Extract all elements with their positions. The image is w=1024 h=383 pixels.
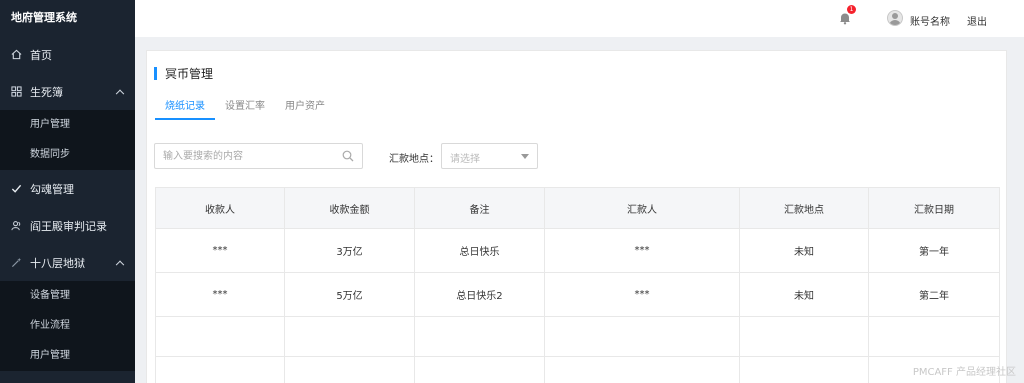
sidebar-subitem-device-management[interactable]: 设备管理 bbox=[0, 281, 135, 311]
tab-burn-records[interactable]: 烧纸记录 bbox=[155, 100, 215, 120]
sidebar-item-label: 首页 bbox=[30, 48, 52, 62]
records-table: 收款人 收款金额 备注 汇款人 汇款地点 汇款日期 *** 3万亿 总日快乐 *… bbox=[155, 187, 1000, 383]
submenu-eighteen-hells: 设备管理 作业流程 用户管理 bbox=[0, 281, 135, 371]
column-header: 汇款人 bbox=[544, 187, 740, 229]
sidebar: 地府管理系统 首页 生死簿 用户管理 数据同步 勾魂管理 阎王殿审判记录 十八层… bbox=[0, 0, 135, 383]
main-card: 冥币管理 烧纸记录 设置汇率 用户资产 汇款地点： 请选择 收款人 收款金额 备… bbox=[146, 50, 1007, 383]
location-select[interactable]: 请选择 bbox=[441, 143, 538, 169]
filter-label: 汇款地点： bbox=[389, 154, 439, 165]
sidebar-item-label: 生死簿 bbox=[30, 85, 63, 99]
tabs: 烧纸记录 设置汇率 用户资产 bbox=[155, 100, 335, 120]
grid-icon bbox=[10, 86, 22, 98]
sidebar-item-label: 阎王殿审判记录 bbox=[30, 219, 107, 233]
table-row-empty bbox=[155, 316, 1000, 357]
table-cell: 3万亿 bbox=[284, 228, 415, 273]
table-cell: 第一年 bbox=[868, 228, 1000, 273]
submenu-life-death-book: 用户管理 数据同步 bbox=[0, 110, 135, 170]
chevron-up-icon bbox=[115, 260, 125, 269]
table-cell: 未知 bbox=[739, 228, 869, 273]
sidebar-item-judgement-records[interactable]: 阎王殿审判记录 bbox=[0, 207, 135, 244]
table-cell: 第二年 bbox=[868, 272, 1000, 317]
table-cell: *** bbox=[155, 228, 285, 273]
search-box bbox=[154, 143, 363, 169]
notification-badge: 1 bbox=[847, 5, 856, 14]
tab-user-assets[interactable]: 用户资产 bbox=[275, 100, 335, 120]
table-cell: 总日快乐 bbox=[414, 228, 545, 273]
table-cell: *** bbox=[155, 272, 285, 317]
avatar[interactable] bbox=[887, 10, 903, 26]
top-bar: 1 账号名称 退出 bbox=[135, 0, 1024, 37]
table-row-empty bbox=[155, 356, 1000, 383]
sidebar-subitem-user-management[interactable]: 用户管理 bbox=[0, 110, 135, 140]
table-cell: *** bbox=[544, 272, 740, 317]
table-header-row: 收款人 收款金额 备注 汇款人 汇款地点 汇款日期 bbox=[155, 187, 1000, 229]
wand-icon bbox=[10, 257, 22, 269]
chevron-up-icon bbox=[115, 89, 125, 98]
table-row[interactable]: *** 3万亿 总日快乐 *** 未知 第一年 bbox=[155, 228, 1000, 273]
column-header: 汇款日期 bbox=[868, 187, 1000, 229]
people-icon bbox=[10, 220, 22, 232]
app-title: 地府管理系统 bbox=[0, 0, 135, 36]
column-header: 备注 bbox=[414, 187, 545, 229]
sidebar-subitem-user-management-2[interactable]: 用户管理 bbox=[0, 341, 135, 371]
table-cell: 总日快乐2 bbox=[414, 272, 545, 317]
table-cell: 5万亿 bbox=[284, 272, 415, 317]
title-accent-bar bbox=[154, 67, 157, 80]
home-icon bbox=[10, 49, 22, 61]
column-header: 收款人 bbox=[155, 187, 285, 229]
sidebar-item-eighteen-hells[interactable]: 十八层地狱 bbox=[0, 244, 135, 281]
sidebar-item-home[interactable]: 首页 bbox=[0, 36, 135, 73]
logout-link[interactable]: 退出 bbox=[967, 13, 987, 28]
table-row[interactable]: *** 5万亿 总日快乐2 *** 未知 第二年 bbox=[155, 272, 1000, 317]
sidebar-item-soul-management[interactable]: 勾魂管理 bbox=[0, 170, 135, 207]
sidebar-subitem-workflow[interactable]: 作业流程 bbox=[0, 311, 135, 341]
watermark: PMCAFF 产品经理社区 bbox=[912, 367, 1016, 378]
select-placeholder: 请选择 bbox=[450, 154, 480, 165]
sidebar-item-life-death-book[interactable]: 生死簿 bbox=[0, 73, 135, 110]
account-name[interactable]: 账号名称 bbox=[910, 13, 950, 28]
sidebar-item-label: 十八层地狱 bbox=[30, 256, 85, 270]
page-title: 冥币管理 bbox=[154, 65, 213, 82]
caret-down-icon bbox=[521, 154, 529, 159]
search-icon[interactable] bbox=[342, 150, 354, 162]
search-input[interactable] bbox=[155, 144, 335, 168]
column-header: 汇款地点 bbox=[739, 187, 869, 229]
column-header: 收款金额 bbox=[284, 187, 415, 229]
table-cell: *** bbox=[544, 228, 740, 273]
sidebar-subitem-data-sync[interactable]: 数据同步 bbox=[0, 140, 135, 170]
page-title-text: 冥币管理 bbox=[165, 67, 214, 81]
sidebar-item-label: 勾魂管理 bbox=[30, 182, 74, 196]
check-icon bbox=[10, 183, 22, 195]
table-cell: 未知 bbox=[739, 272, 869, 317]
tab-exchange-rate[interactable]: 设置汇率 bbox=[215, 100, 275, 120]
